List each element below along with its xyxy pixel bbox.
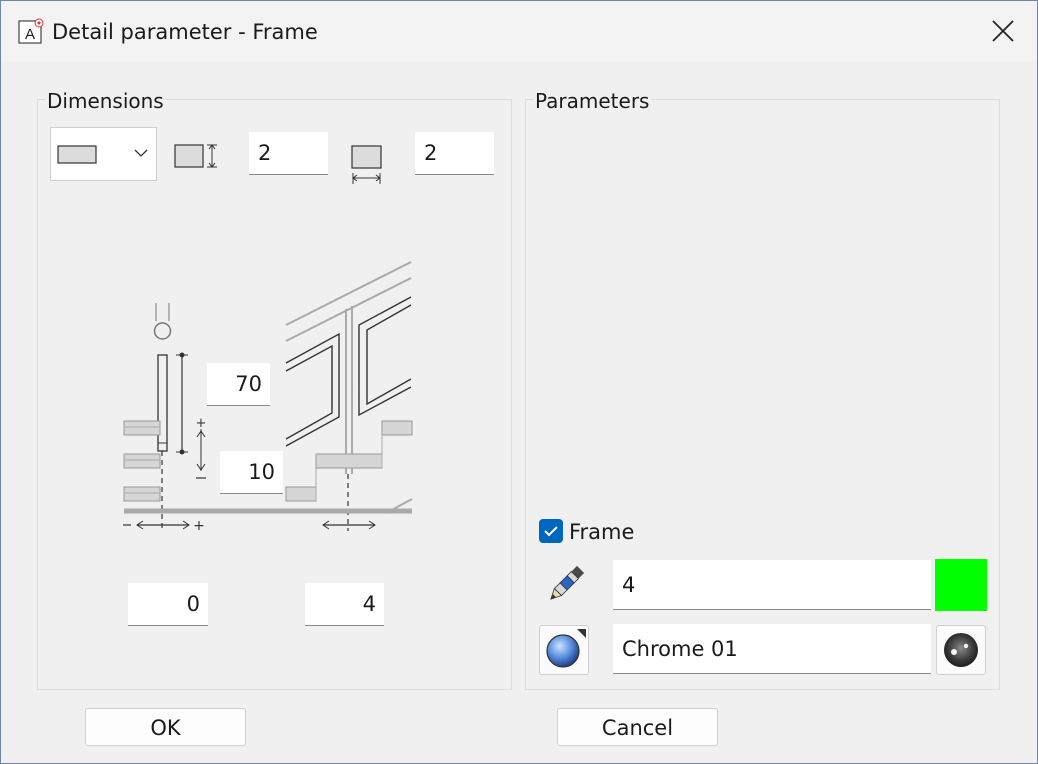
- title-bar: A Detail parameter - Frame: [1, 1, 1037, 61]
- frame-color-swatch[interactable]: [935, 559, 987, 611]
- profile-width-input[interactable]: [415, 132, 494, 175]
- ok-button[interactable]: OK: [85, 708, 246, 746]
- width-dimension-icon: [349, 144, 385, 186]
- window-title: Detail parameter - Frame: [52, 20, 318, 44]
- app-icon: A: [18, 18, 44, 44]
- svg-text:+: +: [196, 416, 207, 431]
- material-name-input[interactable]: [613, 624, 931, 674]
- parameters-label: Parameters: [533, 89, 652, 113]
- pen-number-input[interactable]: [613, 560, 931, 610]
- dimensions-label: Dimensions: [45, 89, 166, 113]
- frame-checkbox-label: Frame: [569, 520, 635, 544]
- cancel-button[interactable]: Cancel: [557, 708, 718, 746]
- height-dimension-icon: [173, 141, 221, 171]
- frame-checkbox[interactable]: [539, 519, 563, 543]
- material-preview-button[interactable]: [936, 625, 986, 675]
- left-offset-input[interactable]: [128, 583, 208, 626]
- close-button[interactable]: [985, 13, 1021, 49]
- svg-text:+: +: [193, 518, 205, 534]
- chrome-sphere-icon: [944, 633, 978, 667]
- post-height-input[interactable]: [207, 363, 270, 406]
- pen-icon: [543, 563, 587, 607]
- chevron-down-icon: [134, 149, 148, 157]
- checkmark-icon: [544, 526, 558, 537]
- right-offset-input[interactable]: [305, 583, 384, 626]
- svg-text:A: A: [25, 26, 35, 43]
- rectangle-profile-icon: [57, 145, 97, 164]
- profile-height-input[interactable]: [249, 132, 328, 175]
- material-sphere-icon: [546, 629, 586, 668]
- dialog-window: A Detail parameter - Frame Dimensions 2 …: [0, 0, 1038, 764]
- profile-shape-dropdown[interactable]: [50, 127, 157, 181]
- material-picker-button[interactable]: [539, 625, 589, 675]
- close-icon: [992, 20, 1014, 42]
- bottom-offset-input[interactable]: [220, 451, 283, 494]
